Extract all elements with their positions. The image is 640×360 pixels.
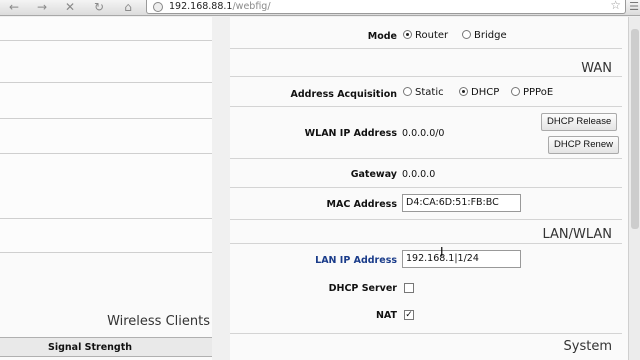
stop-icon[interactable]: ✕ <box>60 0 80 14</box>
wan-section-row: WAN <box>230 49 622 77</box>
nat-label: NAT <box>375 310 397 321</box>
mode-bridge-option[interactable]: Bridge <box>462 30 507 41</box>
browser-toolbar: ← → ✕ ↻ ⌂ 192.168.88.1/webfig/ ☆ ☰ <box>0 0 640 16</box>
pppoe-label: PPPoE <box>523 87 554 98</box>
left-row <box>0 83 212 119</box>
vertical-scrollbar[interactable] <box>628 17 640 360</box>
signal-strength-label: Signal Strength <box>48 342 133 353</box>
scrollbar-thumb[interactable] <box>631 29 639 229</box>
wlan-ip-label: WLAN IP Address <box>304 128 397 139</box>
back-icon[interactable]: ← <box>4 0 24 14</box>
left-row <box>0 41 212 83</box>
wan-section-title: WAN <box>581 61 612 76</box>
mode-row: Mode Router Bridge <box>230 17 622 49</box>
bookmark-star-icon[interactable]: ☆ <box>610 0 621 12</box>
mac-address-field[interactable]: D4:CA:6D:51:FB:BC <box>402 194 521 212</box>
address-bar[interactable]: 192.168.88.1/webfig/ ☆ <box>146 0 626 14</box>
nat-checkbox[interactable]: ✓ <box>404 310 414 320</box>
system-section-title: System <box>563 339 612 354</box>
left-row <box>0 17 212 41</box>
dhcp-label: DHCP <box>471 87 500 98</box>
dhcp-server-checkbox[interactable] <box>404 283 414 293</box>
left-row <box>0 119 212 154</box>
left-row <box>0 219 212 253</box>
url-path: /webfig/ <box>232 1 271 12</box>
radio-router[interactable] <box>403 30 412 39</box>
url-host: 192.168.88.1 <box>169 1 233 12</box>
radio-pppoe[interactable] <box>511 87 520 96</box>
system-section-row: System <box>230 334 622 360</box>
address-acquisition-row: Address Acquisition Static DHCP PPPoE <box>230 77 622 107</box>
forward-icon[interactable]: → <box>32 0 52 14</box>
router-label: Router <box>415 30 449 41</box>
pppoe-option[interactable]: PPPoE <box>511 87 553 98</box>
lan-section-row: LAN/WLAN <box>230 220 622 244</box>
signal-strength-column-header[interactable]: Signal Strength <box>0 337 212 357</box>
left-row <box>0 154 212 219</box>
radio-bridge[interactable] <box>462 30 471 39</box>
static-label: Static <box>415 87 444 98</box>
dhcp-option[interactable]: DHCP <box>459 87 499 98</box>
mode-router-option[interactable]: Router <box>403 30 448 41</box>
home-icon[interactable]: ⌂ <box>118 0 138 14</box>
radio-dhcp[interactable] <box>459 87 468 96</box>
lan-ip-field[interactable]: 192.168.1|1/24 <box>402 250 521 268</box>
dhcp-server-row: DHCP Server <box>230 274 622 302</box>
mac-row: MAC Address D4:CA:6D:51:FB:BC <box>230 188 622 220</box>
wlan-ip-row: WLAN IP Address 0.0.0.0/0 DHCP Release D… <box>230 107 622 159</box>
mode-label: Mode <box>367 31 397 42</box>
gateway-label: Gateway <box>350 169 397 180</box>
left-pane: Wireless Clients Signal Strength <box>0 17 212 360</box>
lan-wlan-section-title: LAN/WLAN <box>542 227 612 242</box>
gateway-value: 0.0.0.0 <box>402 169 436 180</box>
settings-form: Mode Router Bridge WAN Address Acquisiti… <box>230 17 628 360</box>
address-acquisition-label: Address Acquisition <box>290 89 398 100</box>
text-cursor-icon: I <box>440 245 444 259</box>
mac-label: MAC Address <box>326 199 397 210</box>
lan-ip-row: LAN IP Address 192.168.1|1/24 <box>230 244 622 274</box>
radio-static[interactable] <box>403 87 412 96</box>
gateway-row: Gateway 0.0.0.0 <box>230 159 622 188</box>
nat-row: NAT ✓ <box>230 302 622 334</box>
wlan-ip-value: 0.0.0.0/0 <box>402 128 445 139</box>
wrench-icon[interactable]: ☰ <box>628 0 640 14</box>
bridge-label: Bridge <box>474 30 507 41</box>
reload-icon[interactable]: ↻ <box>89 0 109 14</box>
dhcp-server-label: DHCP Server <box>328 283 397 294</box>
wireless-clients-title: Wireless Clients <box>107 314 210 329</box>
page-icon <box>153 2 163 12</box>
lan-ip-label: LAN IP Address <box>315 255 397 266</box>
static-option[interactable]: Static <box>403 87 444 98</box>
dhcp-release-button[interactable]: DHCP Release <box>541 113 618 131</box>
dhcp-renew-button[interactable]: DHCP Renew <box>548 136 619 154</box>
